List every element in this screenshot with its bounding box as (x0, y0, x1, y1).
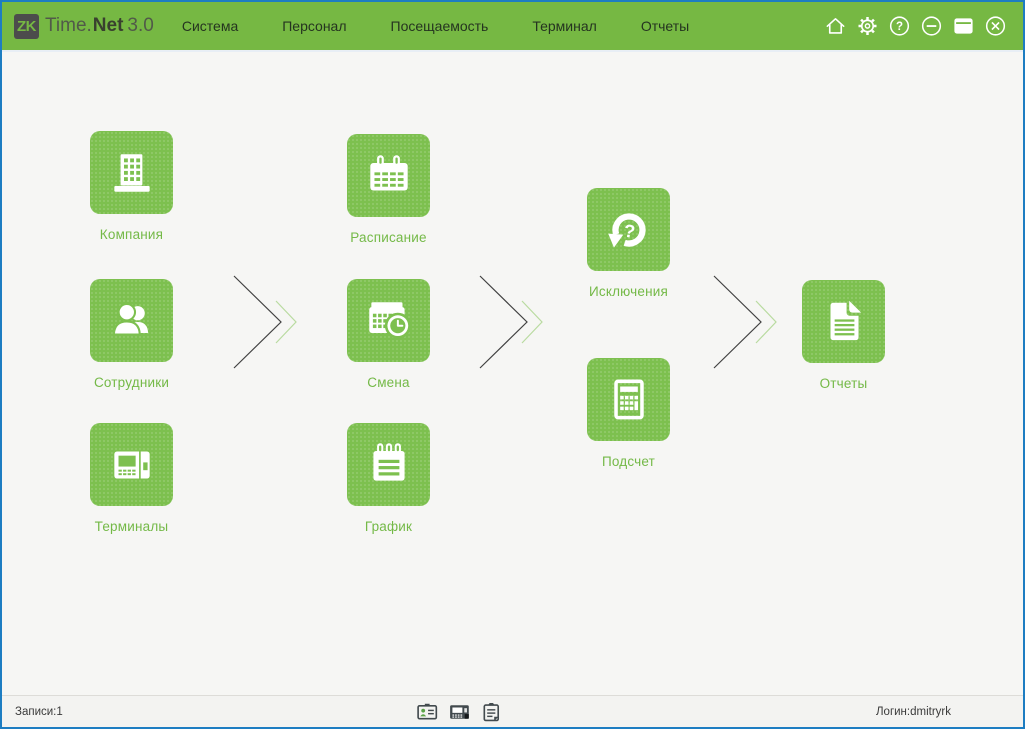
refresh-question-icon: ? (587, 188, 670, 271)
workflow-canvas: Компания Сотрудники (2, 52, 1023, 693)
menu-item-system[interactable]: Система (182, 18, 238, 34)
tile-label: Отчеты (820, 376, 868, 391)
home-icon[interactable] (824, 15, 847, 38)
tile-label: Сотрудники (94, 375, 169, 390)
app-logo: ZK Time. Net 3.0 (14, 14, 154, 39)
tile-reports[interactable]: Отчеты (802, 280, 885, 363)
clipboard-icon[interactable] (480, 700, 503, 723)
tile-timetable[interactable]: График (347, 423, 430, 506)
logo-time-text: Time. (45, 15, 92, 37)
menu-item-reports[interactable]: Отчеты (641, 18, 689, 34)
tile-label: Расписание (350, 230, 426, 245)
help-icon[interactable]: ? (888, 15, 911, 38)
calculator-icon (587, 358, 670, 441)
records-count: Записи:1 (15, 706, 63, 718)
flow-arrow-1 (230, 272, 302, 372)
menu-item-personnel[interactable]: Персонал (282, 18, 346, 34)
svg-text:?: ? (622, 220, 636, 241)
menu-item-attendance[interactable]: Посещаемость (391, 18, 489, 34)
logo-version-text: 3.0 (127, 15, 153, 37)
flow-arrow-3 (710, 272, 782, 372)
window-controls: ? (824, 15, 1023, 38)
login-user: Логин:dmitryrk (876, 706, 951, 718)
gear-icon[interactable] (856, 15, 879, 38)
app-window: ZK Time. Net 3.0 Система Персонал Посеща… (0, 0, 1025, 729)
status-bar: Записи:1 (2, 695, 1023, 727)
tile-label: Смена (367, 375, 410, 390)
tile-terminals[interactable]: Терминалы (90, 423, 173, 506)
logo-net-text: Net (93, 15, 124, 37)
main-menu: Система Персонал Посещаемость Терминал О… (182, 18, 689, 34)
maximize-icon[interactable] (952, 15, 975, 38)
calendar-icon (347, 134, 430, 217)
id-card-icon[interactable] (416, 700, 439, 723)
flow-arrow-2 (476, 272, 548, 372)
report-icon (802, 280, 885, 363)
tile-company[interactable]: Компания (90, 131, 173, 214)
notepad-icon (347, 423, 430, 506)
svg-text:?: ? (896, 21, 903, 33)
tile-label: Компания (100, 227, 163, 242)
terminal-icon (90, 423, 173, 506)
tile-schedule[interactable]: Расписание (347, 134, 430, 217)
tile-calculation[interactable]: Подсчет (587, 358, 670, 441)
close-icon[interactable] (984, 15, 1007, 38)
menu-item-terminal[interactable]: Терминал (532, 18, 596, 34)
zk-logo-icon: ZK (14, 14, 39, 39)
title-bar: ZK Time. Net 3.0 Система Персонал Посеща… (2, 2, 1023, 52)
tile-label: Подсчет (602, 454, 655, 469)
building-icon (90, 131, 173, 214)
status-quick-icons (416, 700, 503, 723)
tile-shift[interactable]: Смена (347, 279, 430, 362)
minimize-icon[interactable] (920, 15, 943, 38)
tile-label: График (365, 519, 412, 534)
tile-exceptions[interactable]: ? Исключения (587, 188, 670, 271)
calendar-clock-icon (347, 279, 430, 362)
tile-label: Терминалы (95, 519, 169, 534)
users-icon (90, 279, 173, 362)
tile-employees[interactable]: Сотрудники (90, 279, 173, 362)
terminal-device-icon[interactable] (448, 700, 471, 723)
tile-label: Исключения (589, 284, 668, 299)
